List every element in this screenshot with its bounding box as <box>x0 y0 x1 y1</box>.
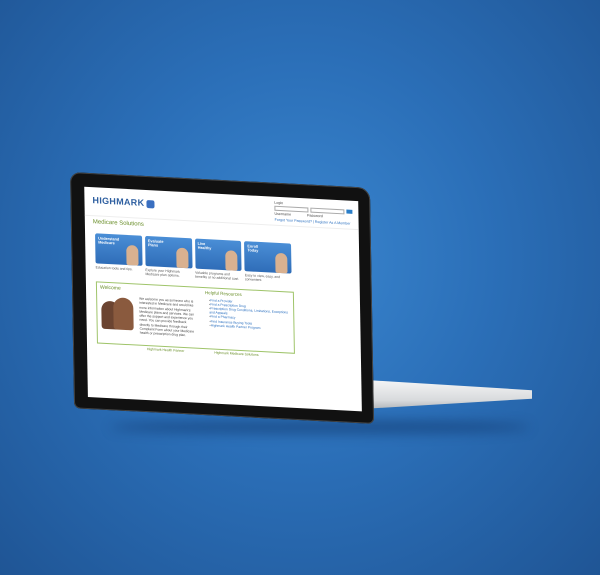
tile-title: Evaluate Plans <box>147 239 164 248</box>
tile-caption: Valuable programs and benefits at no add… <box>195 270 240 281</box>
feature-tiles: Understand Medicare Education tools and … <box>95 233 292 287</box>
helpful-resources: Helpful Resources Find a Provider Find a… <box>205 290 290 331</box>
couple-photo <box>101 297 136 331</box>
tile-image: Live Healthy <box>194 238 242 272</box>
site-logo[interactable]: HIGHMARK <box>92 195 155 209</box>
tile-title: Live Healthy <box>197 241 212 251</box>
tile-title: Enroll Today <box>247 244 259 253</box>
login-button[interactable] <box>346 209 353 214</box>
tile-enroll-today[interactable]: Enroll Today Easy to view, easy, and con… <box>244 241 292 287</box>
tile-understand-medicare[interactable]: Understand Medicare Education tools and … <box>95 233 143 279</box>
tile-caption: Easy to view, easy, and convenient. <box>244 273 281 283</box>
username-label: Username <box>274 211 292 217</box>
laptop-lid: HIGHMARK Login Username Password Forgot … <box>70 172 375 424</box>
person-photo-icon <box>175 247 189 269</box>
welcome-heading: Welcome <box>99 284 121 292</box>
tile-caption: Explore your Highmark Medicare plan opti… <box>145 267 180 278</box>
password-label: Password <box>307 213 323 219</box>
tile-evaluate-plans[interactable]: Evaluate Plans Explore your Highmark Med… <box>144 235 193 282</box>
footer-link[interactable]: Highmark Health Partner <box>147 347 184 353</box>
person-photo-icon <box>113 297 134 331</box>
laptop-screen: HIGHMARK Login Username Password Forgot … <box>84 186 362 412</box>
logo-text: HIGHMARK <box>92 195 145 208</box>
tile-image: Evaluate Plans <box>144 235 193 269</box>
resources-list: Find a Provider Find a Prescription Drug… <box>209 298 289 331</box>
welcome-text: We welcome you as someone who is interes… <box>139 296 195 338</box>
tile-live-healthy[interactable]: Live Healthy Valuable programs and benef… <box>194 238 243 285</box>
tile-caption: Education tools and tips. <box>95 265 133 272</box>
laptop-shadow <box>110 420 530 434</box>
person-photo-icon <box>275 252 288 274</box>
tile-image: Understand Medicare <box>95 233 143 266</box>
person-photo-icon <box>125 244 139 266</box>
tile-title: Understand Medicare <box>98 236 120 246</box>
laptop-mockup: HIGHMARK Login Username Password Forgot … <box>0 0 600 575</box>
tile-image: Enroll Today <box>244 241 292 274</box>
login-box: Login Username Password Forgot Your Pass… <box>274 201 353 226</box>
blue-cross-shield-icon <box>146 199 155 209</box>
welcome-panel: Welcome We welcome you as someone who is… <box>95 281 295 354</box>
page-title: Medicare Solutions <box>92 219 144 228</box>
person-photo-icon <box>225 250 238 271</box>
